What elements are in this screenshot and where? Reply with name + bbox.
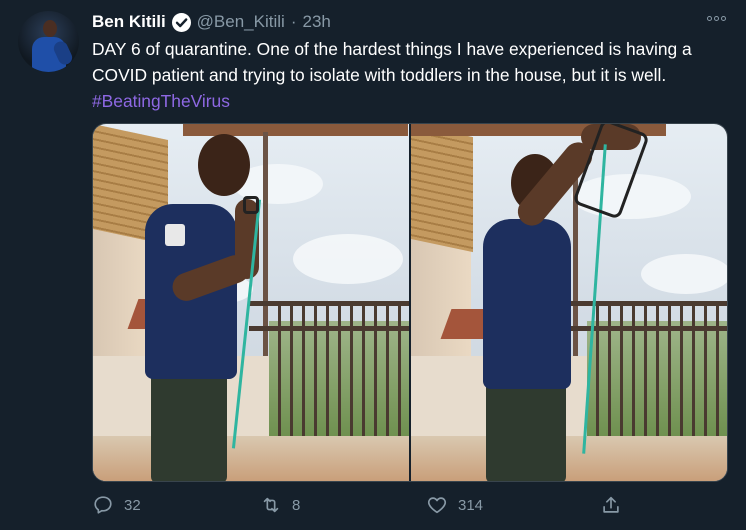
retweet-icon (263, 497, 279, 513)
like-count: 314 (458, 496, 484, 514)
more-options-icon[interactable] (707, 16, 726, 21)
verified-badge-icon (171, 12, 191, 32)
reply-button[interactable]: 32 (92, 490, 141, 520)
user-handle[interactable]: @Ben_Kitili (197, 12, 285, 32)
hashtag-link[interactable]: #BeatingTheVirus (92, 91, 230, 111)
tweet-actions: 32 8 314 (92, 490, 632, 520)
heart-icon (427, 497, 447, 514)
tweet-header: Ben Kitili @Ben_Kitili · 23h (92, 11, 331, 33)
reply-icon (94, 496, 112, 514)
media-grid (92, 123, 728, 482)
photo-right[interactable] (411, 124, 727, 481)
reply-count: 32 (124, 496, 141, 514)
tweet-body: DAY 6 of quarantine. One of the hardest … (92, 39, 692, 85)
display-name[interactable]: Ben Kitili (92, 12, 166, 32)
like-button[interactable]: 314 (426, 490, 483, 520)
tweet-card[interactable]: Ben Kitili @Ben_Kitili · 23h DAY 6 of qu… (0, 0, 746, 530)
share-button[interactable] (600, 490, 622, 520)
retweet-count: 8 (292, 496, 301, 514)
retweet-button[interactable]: 8 (260, 490, 300, 520)
avatar[interactable] (18, 11, 79, 72)
tweet-text: DAY 6 of quarantine. One of the hardest … (92, 36, 732, 114)
timestamp[interactable]: 23h (302, 12, 330, 32)
separator-dot: · (290, 12, 297, 31)
photo-left[interactable] (93, 124, 409, 481)
share-icon (603, 496, 619, 513)
